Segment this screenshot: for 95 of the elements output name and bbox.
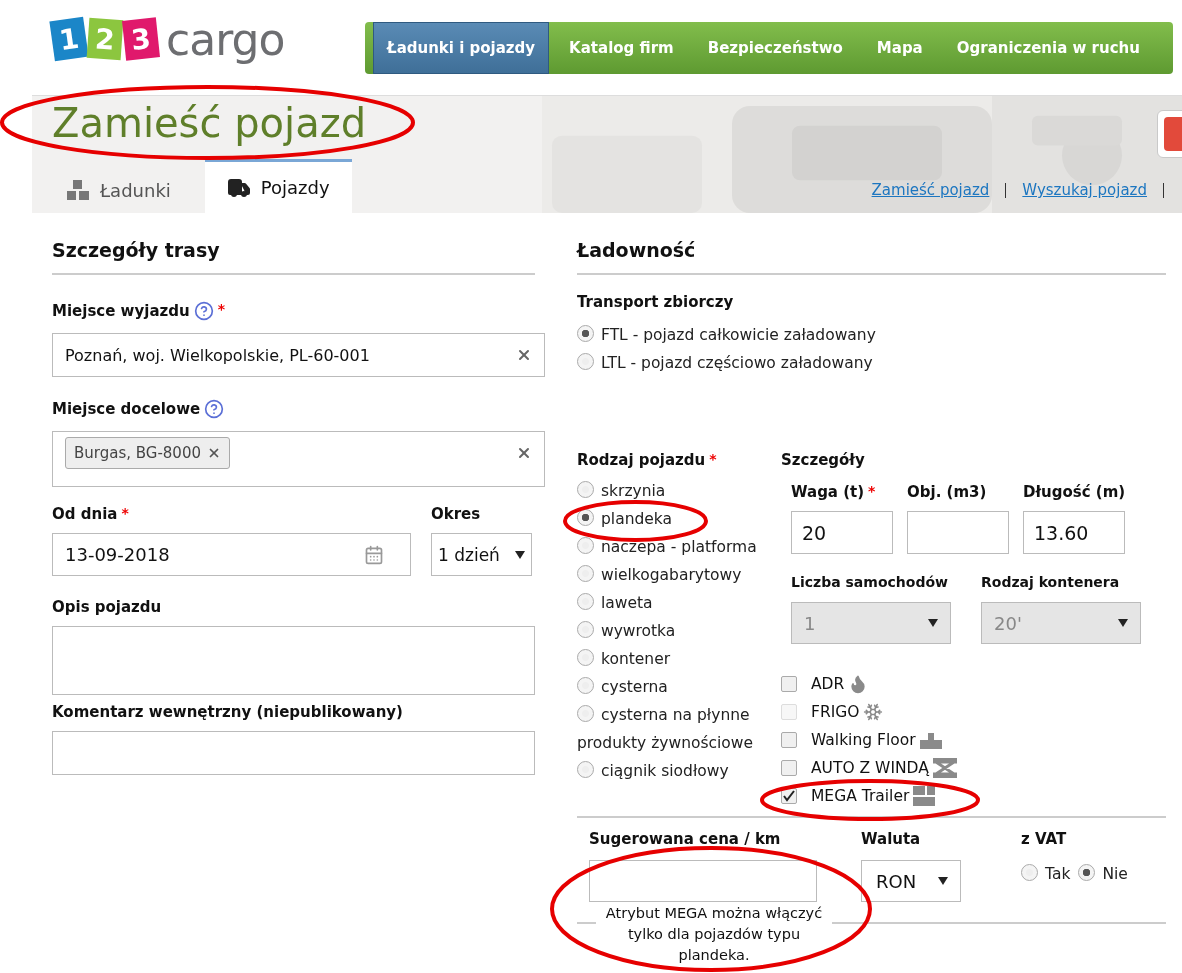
date-field[interactable]: 13-09-2018 [52,533,411,576]
lift-icon [932,758,957,778]
location-tag[interactable]: Burgas, BG-8000 [65,437,230,469]
tab[interactable]: Pojazdy [204,159,352,213]
logo[interactable]: 1 2 3 cargo [52,8,285,70]
radio-button[interactable] [577,325,594,342]
help-icon[interactable] [193,301,214,321]
input-field[interactable]: 20 [791,511,893,554]
floor-icon [919,731,942,749]
radio-option[interactable]: FTL - pojazd całkowicie załadowany [577,321,1166,349]
required-mark: * [121,505,129,521]
field-label: Opis pojazdu [52,598,162,616]
radio-button[interactable] [1078,864,1096,881]
dropdown-arrow-icon [928,619,938,627]
radio-option[interactable]: laweta [577,589,769,617]
tab[interactable]: Ładunki [32,167,205,213]
field-label: Komentarz wewnętrzny (niepublikowany) [52,703,403,721]
field-label: Waluta [861,830,921,848]
field-label: Długość (m) [1023,483,1126,501]
radio-button[interactable] [577,565,594,582]
radio-option[interactable]: skrzynia [577,477,769,505]
radio-option[interactable]: wywrotka [577,617,769,645]
radio-option[interactable]: Tak [1021,860,1071,888]
help-icon[interactable] [204,399,225,419]
radio-button[interactable] [577,621,594,638]
checkbox-label[interactable]: Walking Floor [811,731,916,749]
radio-button[interactable] [577,353,594,370]
radio-button[interactable] [577,677,594,694]
input-field[interactable] [52,731,535,775]
radio-option[interactable]: naczepa - platforma [577,533,769,561]
field-label: Miejsce docelowe [52,400,201,418]
dropdown-arrow-icon [515,550,525,559]
field-label: Obj. (m3) [907,483,987,501]
required-mark: * [868,483,876,499]
radio-button[interactable] [577,509,594,526]
radio-button[interactable] [577,761,594,778]
required-mark: * [217,301,225,317]
note-text: Atrybut MEGA można włączyć tylko dla pojazdów typu plandeka. [605,905,823,963]
field-label: Rodzaj pojazdu [577,451,706,469]
field-label: Liczba samochodów [791,574,948,590]
field-label: Sugerowana cena / km [589,830,781,848]
currency-select[interactable]: RON [861,860,961,902]
page-title: Zamieść pojazd [52,100,367,146]
radio-option[interactable]: Nie [1078,860,1128,888]
calendar-icon[interactable] [364,544,384,565]
checkbox-label[interactable]: ADR [811,675,845,693]
checkbox[interactable] [781,760,797,776]
input-field[interactable] [907,511,1009,554]
radio-button[interactable] [577,705,594,722]
radio-option[interactable]: wielkogabarytowy [577,561,769,589]
period-select[interactable]: 1 dzień [431,533,532,576]
radio-option[interactable]: cysterna [577,673,769,701]
input-field[interactable]: Poznań, woj. Wielkopolskie, PL-60-001 [52,333,545,377]
radio-button[interactable] [577,649,594,666]
radio-button[interactable] [577,481,594,498]
field-value: 20 [802,521,827,544]
field-label: Od dnia [52,505,118,523]
check-icon [783,790,795,802]
nav-item[interactable]: Ładunki i pojazdy [373,22,550,74]
field-value: 13-09-2018 [65,544,170,565]
radio-button[interactable] [577,593,594,610]
section-heading: Szczegóły trasy [52,239,535,275]
dropdown-arrow-icon [938,877,948,885]
input-field[interactable] [589,860,817,902]
boxes-icon [66,180,90,200]
radio-button[interactable] [1021,864,1038,881]
field-label: Rodzaj kontenera [981,574,1120,590]
link[interactable]: Zamieść pojazd [855,181,1006,199]
field-label: Okres [431,505,481,523]
field-value: Poznań, woj. Wielkopolskie, PL-60-001 [65,345,370,365]
field-label: Szczegóły [781,451,865,469]
section-heading: Ładowność [577,239,1166,275]
checkbox-label[interactable]: AUTO Z WINDĄ [811,759,929,777]
radio-button[interactable] [577,537,594,554]
field-label: Miejsce wyjazdu [52,302,190,320]
field-label: Transport zbiorczy [577,293,734,311]
link[interactable]: Wyszukaj pojazd [1006,181,1163,199]
checkbox[interactable] [781,676,797,692]
field-label: Waga (t) [791,483,865,501]
radio-option[interactable]: ciągnik siodłowy [577,757,769,785]
required-mark: * [709,451,717,467]
radio-option[interactable]: LTL - pojazd częściowo załadowany [577,349,1166,377]
input-field[interactable]: 13.60 [1023,511,1125,554]
radio-option[interactable]: plandeka [577,505,769,533]
trailer-icon [913,786,936,806]
input-field[interactable]: Burgas, BG-8000 [52,431,545,487]
field-label: z VAT [1021,830,1067,848]
text-area[interactable] [52,626,535,695]
checkbox[interactable] [781,732,797,748]
radio-option[interactable]: kontener [577,645,769,673]
dropdown-arrow-icon [1118,619,1128,627]
snowflake-icon [863,702,884,722]
field-value: 13.60 [1034,521,1089,544]
checkbox-label[interactable]: MEGA Trailer [811,787,910,805]
remove-icon[interactable] [207,446,221,460]
